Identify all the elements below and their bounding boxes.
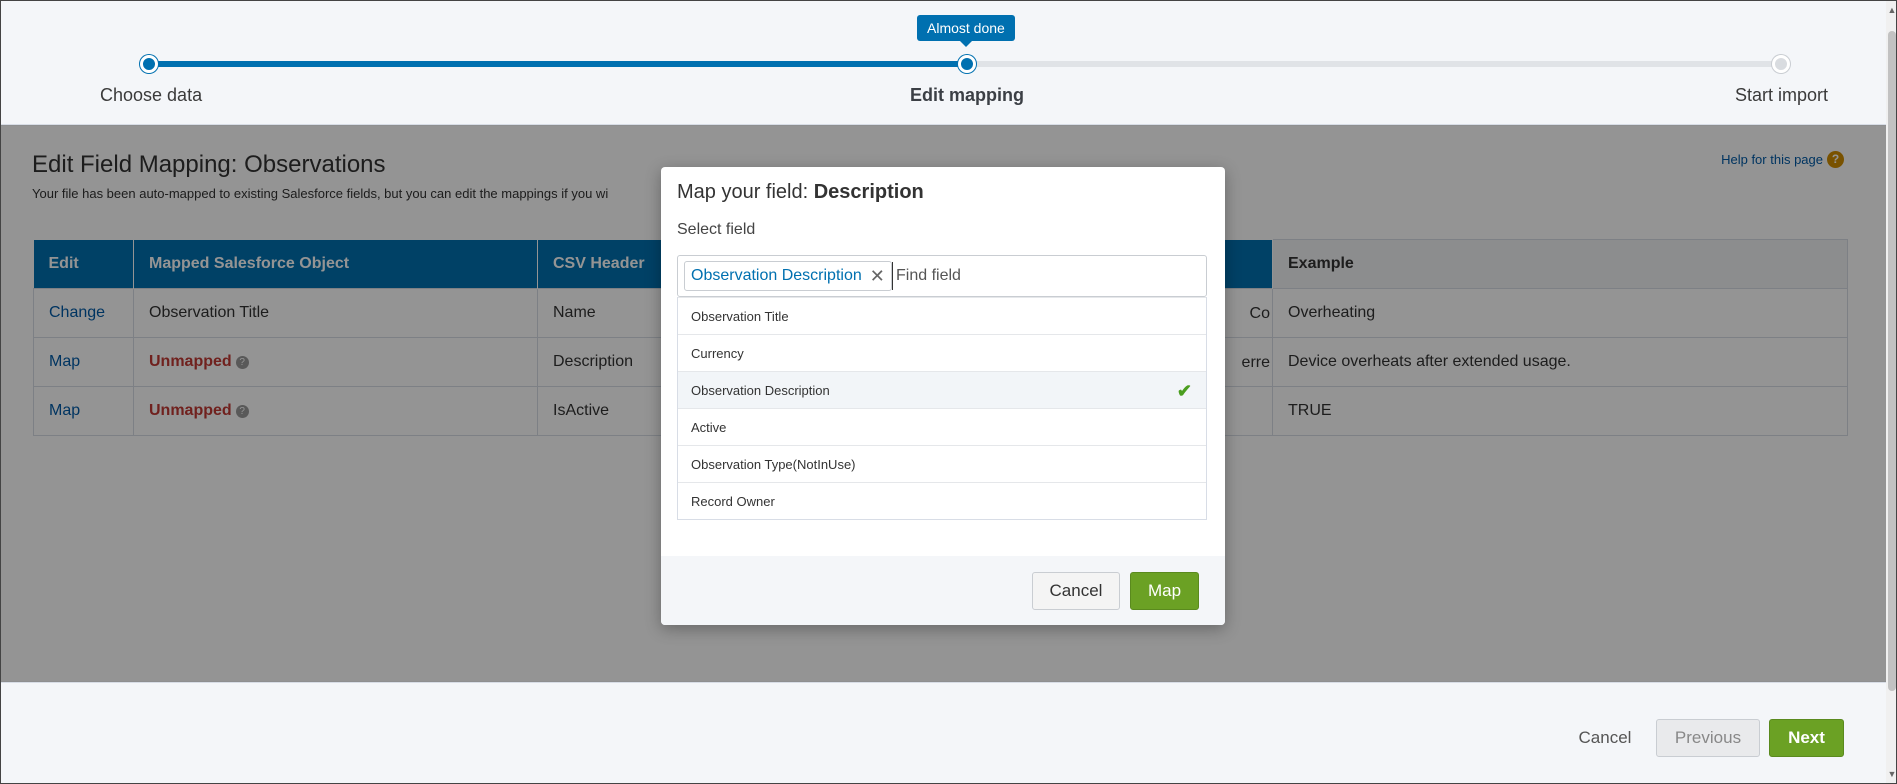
step-label-start-import: Start import	[1735, 85, 1829, 105]
modal-subtitle: Select field	[677, 221, 756, 238]
list-item[interactable]: Observation Description ✔	[678, 371, 1206, 408]
selected-field-pill: Observation Description ✕	[684, 261, 892, 291]
step-dot-choose-data	[140, 55, 158, 73]
step-label-edit-mapping: Edit mapping	[910, 85, 1024, 105]
footer-cancel-button[interactable]: Cancel	[1561, 719, 1649, 757]
option-label: Currency	[691, 345, 744, 361]
modal-footer: Cancel Map	[661, 556, 1225, 625]
previous-button[interactable]: Previous	[1656, 719, 1760, 757]
list-item[interactable]: Observation Type(NotInUse)	[678, 445, 1206, 482]
progress-track-remaining	[967, 61, 1781, 67]
scrollbar-thumb[interactable]	[1888, 31, 1896, 691]
modal-title-prefix: Map your field:	[677, 181, 814, 203]
option-label: Active	[691, 419, 727, 435]
list-item[interactable]: Record Owner	[678, 482, 1206, 519]
list-item[interactable]: Currency	[678, 334, 1206, 371]
modal-map-button[interactable]: Map	[1130, 572, 1199, 610]
find-field-input[interactable]	[892, 262, 1192, 290]
progress-bubble: Almost done	[917, 15, 1015, 47]
map-field-modal: Map your field: Description Select field…	[661, 167, 1225, 625]
modal-cancel-button[interactable]: Cancel	[1032, 572, 1120, 610]
close-icon[interactable]: ✕	[870, 266, 885, 287]
scroll-down-icon[interactable]: ▼	[1887, 769, 1896, 779]
field-options-list: Observation Title Currency Observation D…	[677, 297, 1207, 520]
modal-title-field: Description	[813, 181, 924, 203]
checkmark-icon: ✔	[1176, 381, 1192, 401]
scroll-up-icon[interactable]: ▲	[1887, 5, 1896, 15]
step-dot-start-import	[1772, 55, 1790, 73]
option-label: Record Owner	[691, 493, 775, 509]
list-item[interactable]: Observation Title	[678, 297, 1206, 334]
step-dot-edit-mapping	[958, 55, 976, 73]
option-label: Observation Description	[691, 382, 830, 398]
field-picker[interactable]: Observation Description ✕	[677, 255, 1207, 297]
progress-header: Almost done Choose data Edit mapping Sta…	[1, 1, 1886, 125]
selected-field-label: Observation Description	[691, 267, 862, 284]
import-wizard-window: Almost done Choose data Edit mapping Sta…	[0, 0, 1897, 784]
list-item[interactable]: Active	[678, 408, 1206, 445]
step-label-choose-data: Choose data	[100, 85, 203, 105]
modal-title: Map your field: Description	[677, 181, 924, 204]
option-label: Observation Title	[691, 308, 789, 324]
wizard-footer: Cancel Previous Next	[1, 682, 1886, 783]
next-button[interactable]: Next	[1769, 719, 1844, 757]
option-label: Observation Type(NotInUse)	[691, 456, 856, 472]
progress-track-complete	[149, 61, 967, 67]
